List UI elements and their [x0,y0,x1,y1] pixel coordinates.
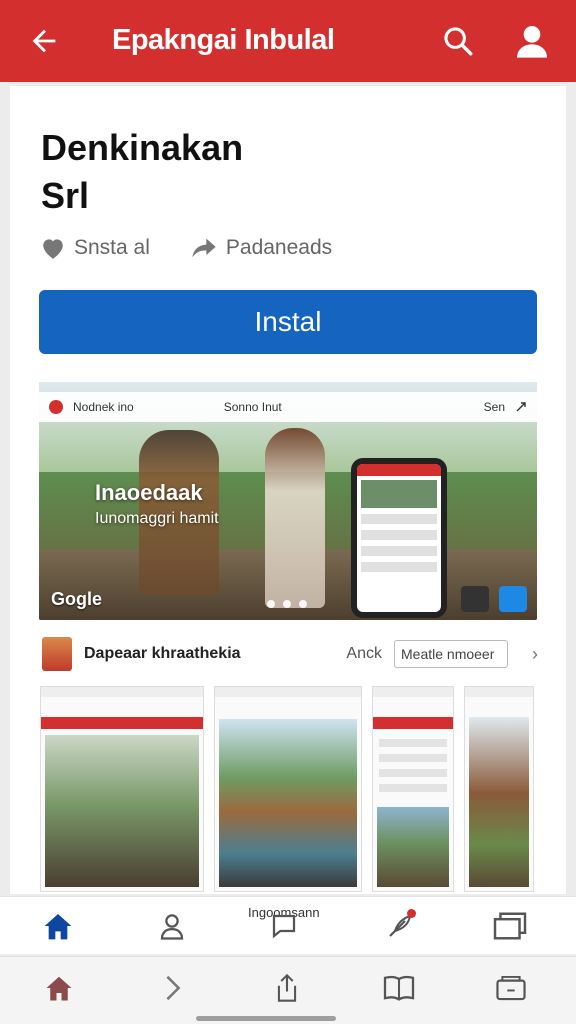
hero-bar-mid: Sonno Inut [223,400,282,414]
tabs-button[interactable] [494,971,528,1005]
developer-field[interactable]: Meatle nmoeer [394,640,508,668]
carousel-dot[interactable] [267,600,275,608]
arrow-left-icon [32,29,56,53]
person-icon [160,914,184,940]
chat-bubble-icon [272,914,296,939]
forward-button[interactable] [156,971,190,1005]
bookmarks-button[interactable] [382,971,416,1005]
tab-profile[interactable] [154,909,190,943]
hero-top-bar: Nodnek ino Sonno Inut Sen [39,392,537,422]
search-button[interactable] [436,19,480,63]
system-nav-bar [0,956,576,1024]
app-title-line2: Srl [41,175,90,216]
heart-icon [43,239,63,259]
top-app-bar: Epakngai Inbulal [0,0,576,82]
hero-phone-mockup [351,458,447,618]
tab-home[interactable] [40,909,76,943]
account-button[interactable] [510,19,554,63]
hero-banner[interactable]: Nodnek ino Sonno Inut Sen Inaoedaak Iuno… [39,382,537,620]
hero-share-app-icon[interactable] [499,586,527,612]
chevron-right-icon[interactable]: › [532,644,538,665]
tab-notifications[interactable] [382,909,418,943]
back-button[interactable] [22,19,66,63]
hero-caption-subtitle: Iunomaggri hamit [95,510,219,527]
carousel-dot[interactable] [283,600,291,608]
screenshot-thumbnail[interactable] [372,686,454,892]
hero-mini-app-icon[interactable] [461,586,489,612]
wishlist-button[interactable]: Snsta al [40,236,150,260]
search-icon [444,27,473,56]
developer-anck-link[interactable]: Anck [346,645,382,663]
carousel-dots[interactable] [267,600,307,608]
book-icon [383,975,415,1001]
screenshot-thumbnail[interactable] [40,686,204,892]
screenshot-gallery [40,686,540,892]
app-actions: Snsta al Padaneads [40,236,332,260]
home-icon [46,976,72,1001]
share-button-system[interactable] [270,971,304,1005]
notification-dot [407,909,416,918]
browser-home-button[interactable] [42,971,76,1005]
wishlist-label: Snsta al [74,236,150,259]
hero-bar-right: Sen [483,400,505,414]
share-arrow-icon [192,238,216,258]
hero-caption-title: Inaoedaak [95,480,203,505]
app-title-line1: Denkinakan [41,127,244,168]
screenshot-thumbnail[interactable] [464,686,534,892]
hero-logo-icon [49,400,63,414]
expand-icon [516,402,526,412]
home-icon [44,914,72,940]
share-icon [277,973,297,1002]
share-button[interactable]: Padaneads [190,236,332,260]
hero-bar-left: Nodnek ino [73,400,134,414]
developer-avatar [42,637,72,671]
carousel-dot[interactable] [299,600,307,608]
developer-row: Dapeaar khraathekia Anck Meatle nmoeer › [42,636,538,672]
app-details-card: Denkinakan Srl Snsta al Padaneads Instal… [10,86,566,894]
tabs-icon [496,975,526,1001]
tab-chat[interactable] [266,909,302,943]
chevron-right-icon [166,975,181,1001]
hero-brand: Gogle [51,589,103,609]
screenshot-thumbnail[interactable] [214,686,362,892]
home-indicator[interactable] [196,1016,336,1021]
install-button[interactable]: Instal [39,290,537,354]
app-title: Denkinakan Srl [41,124,243,220]
bottom-tab-bar: Ingoomsann [0,896,576,954]
tab-library[interactable] [492,909,528,943]
header-title: Epakngai Inbulal [112,24,335,56]
share-label: Padaneads [225,236,333,259]
app-root: Epakngai Inbulal Denkinakan Srl Snsta al… [0,0,576,1024]
hero-person-woman [265,428,325,608]
account-icon [517,26,547,58]
developer-name: Dapeaar khraathekia [84,645,241,662]
windows-icon [493,912,527,940]
